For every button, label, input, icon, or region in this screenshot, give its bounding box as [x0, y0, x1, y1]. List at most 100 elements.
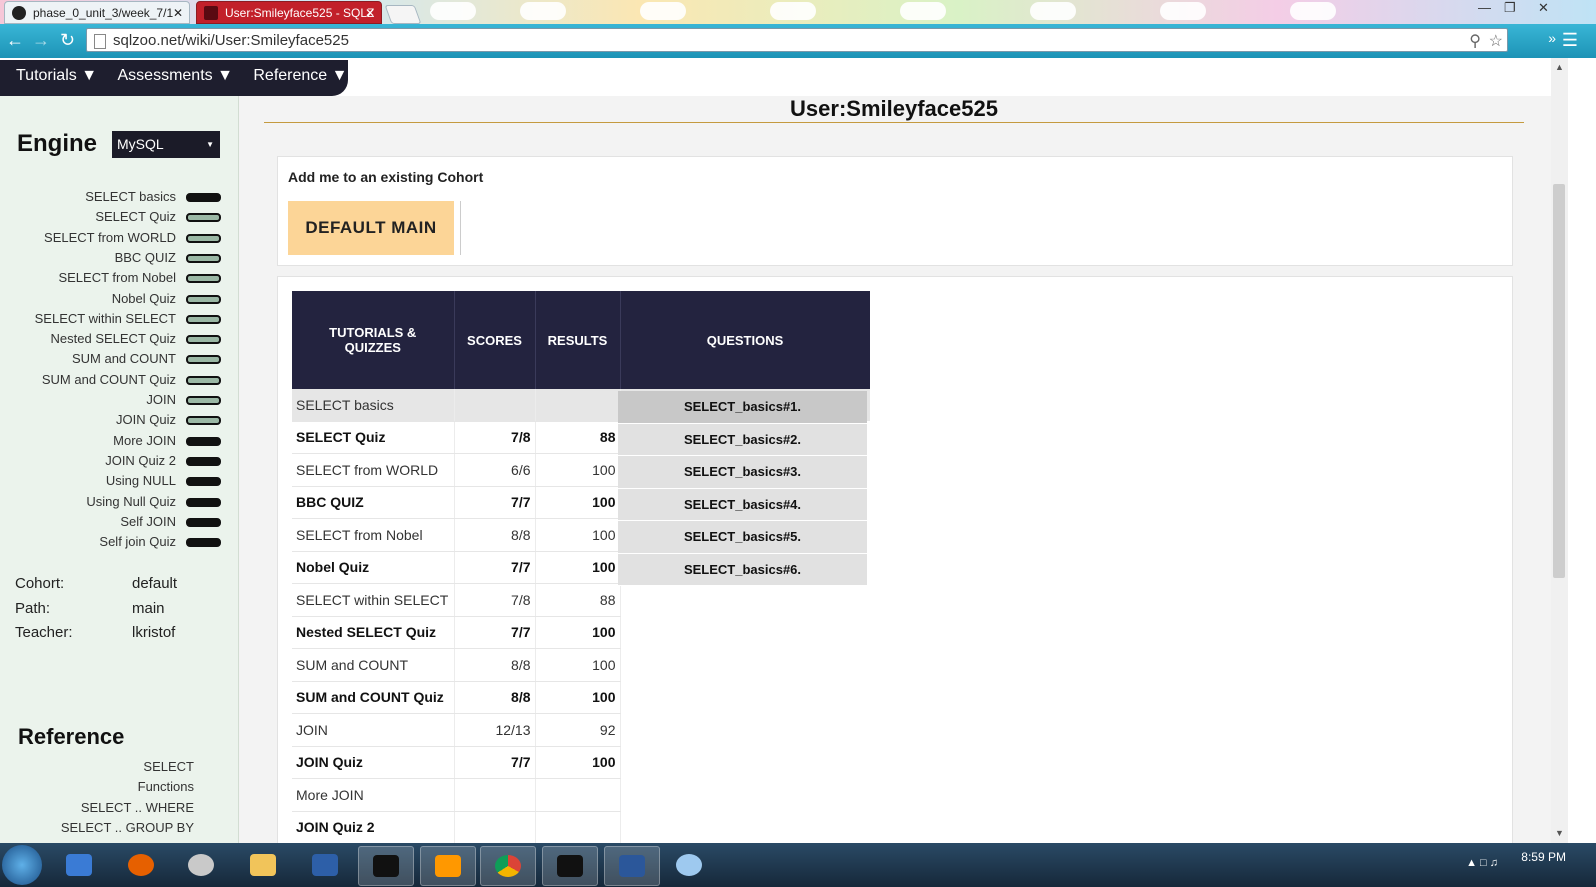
extensions-chevron-icon[interactable]: » — [1548, 30, 1556, 46]
app-icon[interactable] — [174, 846, 228, 884]
close-window-button[interactable]: ✕ — [1538, 0, 1549, 16]
cell-name[interactable]: JOIN Quiz 2 — [292, 811, 455, 844]
close-icon[interactable]: ✕ — [365, 2, 375, 23]
sidebar-tutorial-link[interactable]: Using NULL — [106, 473, 176, 488]
cell-name[interactable]: JOIN Quiz — [292, 746, 455, 779]
sidebar-tutorial-link[interactable]: SELECT from WORLD — [44, 230, 176, 245]
question-link[interactable]: SELECT_basics#3. — [618, 456, 867, 489]
reference-link[interactable]: SELECT .. WHERE — [81, 800, 194, 815]
cell-name[interactable]: SUM and COUNT — [292, 648, 455, 682]
tab-github[interactable]: phase_0_unit_3/week_7/1 ✕ — [4, 1, 190, 24]
chrome-icon[interactable] — [480, 846, 536, 886]
scroll-up-icon[interactable]: ▲ — [1555, 62, 1564, 72]
cell-name[interactable]: Nested SELECT Quiz — [292, 616, 455, 649]
scroll-down-icon[interactable]: ▼ — [1555, 828, 1564, 838]
question-link[interactable]: SELECT_basics#2. — [618, 423, 867, 456]
sidebar: Engine MySQL ▼ SELECT basics SELECT Quiz S… — [0, 96, 239, 843]
table-row[interactable]: More JOIN — [292, 778, 870, 812]
firefox-icon[interactable] — [114, 846, 168, 884]
terminal-icon[interactable] — [542, 846, 598, 886]
tab-label: User:Smileyface525 - SQLZ — [225, 6, 375, 20]
sidebar-tutorial-link[interactable]: SUM and COUNT Quiz — [42, 372, 176, 387]
progress-bar — [186, 477, 221, 487]
close-icon[interactable]: ✕ — [173, 2, 183, 23]
bookmark-star-icon[interactable]: ☆ — [1489, 30, 1503, 54]
scrollbar-thumb[interactable] — [1553, 184, 1565, 578]
engine-select[interactable]: MySQL ▼ — [112, 131, 220, 158]
right-margin — [1568, 58, 1596, 843]
system-tray[interactable]: ▲ □ ♫ — [1466, 857, 1498, 869]
cell-name[interactable]: SELECT basics — [292, 389, 455, 422]
question-link[interactable]: SELECT_basics#4. — [618, 488, 867, 521]
powershell-icon[interactable] — [298, 846, 352, 884]
sidebar-tutorial-link[interactable]: SELECT basics — [85, 189, 176, 204]
table-row[interactable]: SELECT within SELECT 7/8 88 — [292, 583, 870, 617]
cell-name[interactable]: Nobel Quiz — [292, 551, 455, 584]
sidebar-tutorial-link[interactable]: JOIN — [146, 392, 176, 407]
cell-score: 7/7 — [454, 486, 536, 519]
table-row[interactable]: JOIN 12/13 92 — [292, 713, 870, 747]
table-row[interactable]: SUM and COUNT 8/8 100 — [292, 648, 870, 682]
sidebar-tutorial-link[interactable]: SELECT from Nobel — [58, 270, 176, 285]
cell-name[interactable]: SUM and COUNT Quiz — [292, 681, 455, 714]
sidebar-tutorial-link[interactable]: Nested SELECT Quiz — [51, 331, 176, 346]
nav-tutorials[interactable]: Tutorials ▼ — [16, 67, 97, 84]
media-player-icon[interactable] — [52, 846, 106, 884]
cell-score: 12/13 — [454, 713, 536, 747]
start-button[interactable] — [2, 845, 42, 885]
nav-assessments[interactable]: Assessments ▼ — [118, 67, 233, 84]
new-tab-button[interactable] — [384, 5, 422, 24]
info-key: Path: — [15, 599, 51, 617]
cell-name[interactable]: SELECT from Nobel — [292, 518, 455, 552]
sidebar-tutorial-link[interactable]: SELECT Quiz — [95, 209, 176, 224]
page-scrollbar[interactable]: ▲ ▼ — [1551, 58, 1568, 843]
sublime-icon[interactable] — [420, 846, 476, 886]
zoom-icon[interactable]: ⚲ — [1469, 30, 1481, 54]
maximize-button[interactable]: ❐ — [1504, 0, 1516, 16]
menu-icon[interactable]: ☰ — [1562, 30, 1578, 51]
clock[interactable]: 8:59 PM — [1521, 849, 1566, 865]
table-row[interactable]: JOIN Quiz 2 — [292, 811, 870, 844]
sidebar-tutorial-link[interactable]: Self join Quiz — [99, 534, 176, 549]
question-link[interactable]: SELECT_basics#5. — [618, 521, 867, 554]
table-row[interactable]: SUM and COUNT Quiz 8/8 100 — [292, 681, 870, 714]
info-key: Cohort: — [15, 575, 65, 592]
cell-name[interactable]: BBC QUIZ — [292, 486, 455, 519]
divider — [460, 201, 461, 255]
question-link[interactable]: SELECT_basics#1. — [618, 391, 867, 424]
sidebar-tutorial-link[interactable]: Using Null Quiz — [86, 494, 176, 509]
explorer-icon[interactable] — [236, 846, 290, 884]
sidebar-tutorial-link[interactable]: Nobel Quiz — [112, 291, 176, 306]
sidebar-tutorial-link[interactable]: BBC QUIZ — [115, 250, 176, 265]
back-icon[interactable]: ← — [6, 30, 24, 51]
reference-link[interactable]: SELECT — [143, 759, 194, 774]
default-main-button[interactable]: DEFAULT MAIN — [288, 201, 454, 255]
cell-name[interactable]: SELECT Quiz — [292, 421, 455, 454]
address-bar[interactable]: sqlzoo.net/wiki/User:Smileyface525 ⚲ ☆ — [86, 28, 1508, 52]
info-value: default — [132, 575, 178, 592]
table-row[interactable]: Nested SELECT Quiz 7/7 100 — [292, 616, 870, 649]
forward-icon[interactable]: → — [32, 30, 50, 51]
tab-sqlzoo[interactable]: User:Smileyface525 - SQLZ ✕ — [196, 1, 382, 24]
cell-name[interactable]: JOIN — [292, 713, 455, 747]
cell-name[interactable]: More JOIN — [292, 778, 455, 812]
nav-reference[interactable]: Reference ▼ — [253, 67, 347, 84]
sidebar-tutorial-link[interactable]: JOIN Quiz — [116, 412, 176, 427]
terminal-icon[interactable] — [358, 846, 414, 886]
github-icon — [12, 6, 26, 20]
sidebar-tutorial-link[interactable]: JOIN Quiz 2 — [105, 453, 176, 468]
sidebar-tutorial-link[interactable]: SELECT within SELECT — [35, 311, 176, 326]
reference-link[interactable]: SELECT .. GROUP BY — [61, 820, 194, 835]
question-link[interactable]: SELECT_basics#6. — [618, 553, 867, 586]
cell-name[interactable]: SELECT from WORLD — [292, 453, 455, 487]
minimize-button[interactable]: — — [1478, 0, 1491, 15]
table-row[interactable]: JOIN Quiz 7/7 100 — [292, 746, 870, 779]
sidebar-tutorial-link[interactable]: SUM and COUNT — [72, 351, 176, 366]
word-icon[interactable] — [604, 846, 660, 886]
reference-link[interactable]: Functions — [138, 779, 194, 794]
sidebar-tutorial-link[interactable]: More JOIN — [113, 433, 176, 448]
cell-name[interactable]: SELECT within SELECT — [292, 583, 455, 617]
app-icon[interactable] — [662, 846, 716, 884]
reload-icon[interactable]: ↻ — [60, 30, 75, 51]
sidebar-tutorial-link[interactable]: Self JOIN — [120, 514, 176, 529]
